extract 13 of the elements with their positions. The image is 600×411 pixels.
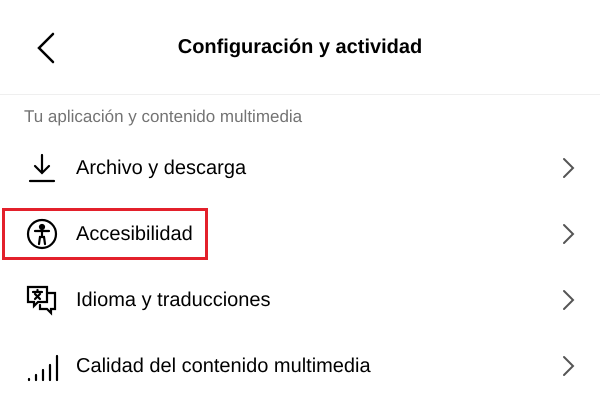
menu-item-label[interactable]: Accesibilidad (76, 222, 193, 246)
chevron-right-icon (562, 157, 576, 179)
section-title: Tu aplicación y contenido multimedia (24, 107, 302, 126)
menu-item-label[interactable]: Idioma y traducciones (76, 288, 271, 312)
menu-item-label[interactable]: Calidad del contenido multimedia (76, 354, 371, 378)
chevron-right-icon (562, 223, 576, 245)
page-title: Configuración y actividad (178, 36, 422, 58)
chevron-right-icon (562, 289, 576, 311)
chevron-right-icon (562, 355, 576, 377)
back-icon[interactable] (36, 32, 56, 64)
accessibility-icon (25, 217, 59, 251)
menu-item-label[interactable]: Archivo y descarga (76, 156, 246, 180)
translate-icon (25, 283, 59, 317)
